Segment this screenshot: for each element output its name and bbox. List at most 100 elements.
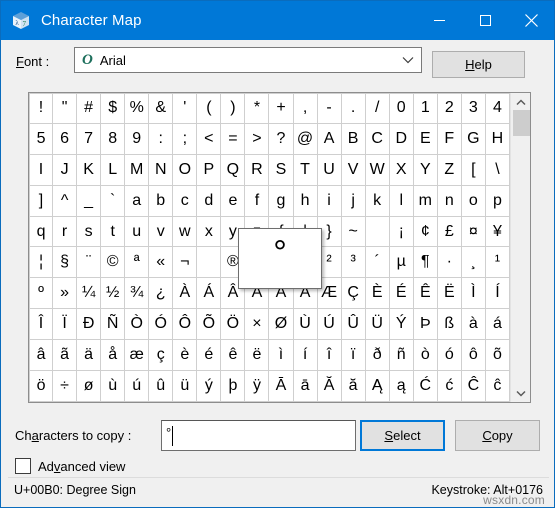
character-cell[interactable]: õ [485,340,510,372]
character-cell[interactable]: ' [173,93,198,124]
character-cell[interactable]: 4 [485,93,510,124]
character-cell[interactable]: Q [221,154,246,186]
character-cell[interactable]: Ć [413,371,438,402]
character-cell[interactable]: ¤ [461,216,486,248]
copy-button[interactable]: Copy [455,420,540,451]
minimize-button[interactable] [416,1,462,40]
character-cell[interactable]: B [341,123,366,155]
character-cell[interactable]: ; [173,123,198,155]
character-cell[interactable]: ¬ [173,247,198,279]
character-cell[interactable]: - [317,93,342,124]
character-cell[interactable]: © [101,247,126,279]
character-cell[interactable]: É [389,278,414,310]
character-cell[interactable]: 9 [125,123,150,155]
character-cell[interactable]: J [53,154,78,186]
character-cell[interactable]: L [101,154,126,186]
character-cell[interactable]: µ [389,247,414,279]
character-cell[interactable]: Ĉ [461,371,486,402]
character-cell[interactable]: Ë [437,278,462,310]
character-cell[interactable]: l [389,185,414,217]
character-cell[interactable]: [ [461,154,486,186]
character-cell[interactable]: § [53,247,78,279]
character-cell[interactable]: Ç [341,278,366,310]
character-cell[interactable]: ý [197,371,222,402]
character-cell[interactable]: \ [485,154,510,186]
character-cell[interactable]: à [461,309,486,341]
character-cell[interactable]: ( [197,93,222,124]
scroll-up-button[interactable] [511,93,531,111]
character-cell[interactable]: ª [125,247,150,279]
character-cell[interactable]: ò [413,340,438,372]
character-cell[interactable]: / [365,93,390,124]
character-cell[interactable]: n [437,185,462,217]
character-cell[interactable]: Ù [293,309,318,341]
maximize-button[interactable] [462,1,508,40]
character-cell[interactable]: ´ [365,247,390,279]
character-cell[interactable]: 0 [389,93,414,124]
character-cell[interactable]: Ñ [101,309,126,341]
character-cell[interactable]: j [341,185,366,217]
character-cell[interactable]: I [29,154,54,186]
character-cell[interactable]: è [173,340,198,372]
character-cell[interactable]: c [173,185,198,217]
character-cell[interactable]: M [125,154,150,186]
character-cell[interactable]: A [317,123,342,155]
character-cell[interactable]: V [341,154,366,186]
character-cell[interactable]: ) [221,93,246,124]
character-cell[interactable]: « [149,247,174,279]
character-cell[interactable]: » [53,278,78,310]
character-cell[interactable]: Z [437,154,462,186]
character-cell[interactable]: È [365,278,390,310]
character-cell[interactable]: À [173,278,198,310]
character-cell[interactable]: Ô [173,309,198,341]
character-cell[interactable]: ß [437,309,462,341]
character-cell[interactable]: . [341,93,366,124]
character-cell[interactable]: " [53,93,78,124]
character-cell[interactable]: X [389,154,414,186]
character-cell[interactable]: Y [413,154,438,186]
character-cell[interactable] [365,216,390,248]
character-cell[interactable]: ? [269,123,294,155]
character-cell[interactable]: H [485,123,510,155]
character-magnifier-popup[interactable]: ° [238,228,322,289]
character-cell[interactable]: Ú [317,309,342,341]
character-cell[interactable]: ­ [197,247,222,279]
help-button[interactable]: Help [432,51,525,78]
font-combobox[interactable]: O Arial [74,47,422,73]
character-cell[interactable]: Ð [77,309,102,341]
character-cell[interactable]: ç [149,340,174,372]
character-cell[interactable]: b [149,185,174,217]
character-cell[interactable]: ã [53,340,78,372]
character-cell[interactable]: ¡ [389,216,414,248]
advanced-view-checkbox[interactable] [15,458,31,474]
character-cell[interactable]: ä [77,340,102,372]
character-cell[interactable]: ć [437,371,462,402]
character-cell[interactable]: ³ [341,247,366,279]
character-cell[interactable]: Ó [149,309,174,341]
character-cell[interactable]: 6 [53,123,78,155]
character-cell[interactable]: Ò [125,309,150,341]
character-cell[interactable]: û [149,371,174,402]
character-cell[interactable]: f [245,185,270,217]
character-cell[interactable]: ¿ [149,278,174,310]
character-cell[interactable]: ¥ [485,216,510,248]
character-cell[interactable]: ¦ [29,247,54,279]
character-cell[interactable]: C [365,123,390,155]
character-cell[interactable]: d [197,185,222,217]
character-cell[interactable]: ¾ [125,278,150,310]
character-cell[interactable]: þ [221,371,246,402]
character-cell[interactable]: r [53,216,78,248]
character-cell[interactable]: ô [461,340,486,372]
character-cell[interactable]: ë [245,340,270,372]
character-cell[interactable]: ¢ [413,216,438,248]
character-cell[interactable]: 1 [413,93,438,124]
character-cell[interactable]: = [221,123,246,155]
character-cell[interactable]: > [245,123,270,155]
character-cell[interactable]: ó [437,340,462,372]
character-cell[interactable]: 5 [29,123,54,155]
character-cell[interactable]: : [149,123,174,155]
character-cell[interactable]: Ö [221,309,246,341]
character-cell[interactable]: x [197,216,222,248]
character-cell[interactable]: ~ [341,216,366,248]
character-cell[interactable]: ā [293,371,318,402]
